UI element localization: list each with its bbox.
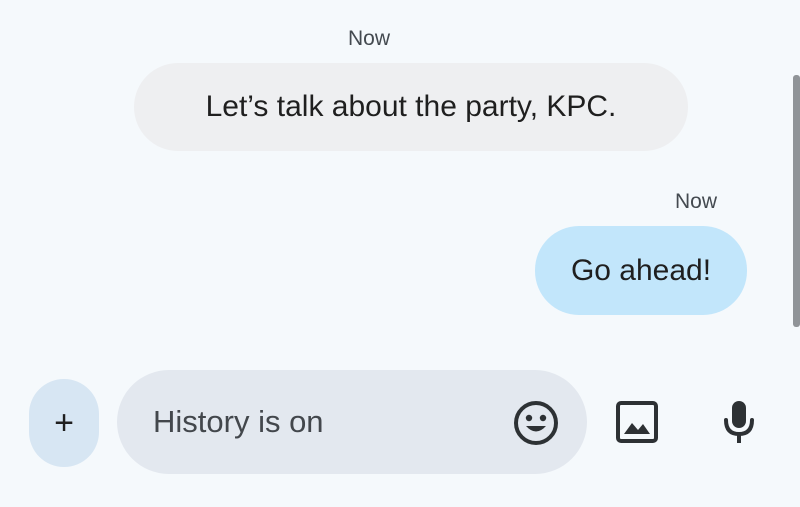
smiley-face-icon[interactable] (512, 399, 560, 447)
message-timestamp: Now (348, 27, 391, 50)
message-timestamp: Now (675, 190, 718, 213)
message-input[interactable] (153, 370, 493, 474)
incoming-message-bubble[interactable]: Let’s talk about the party, KPC. (134, 63, 688, 151)
outgoing-message-bubble[interactable]: Go ahead! (535, 226, 747, 315)
compose-field[interactable] (117, 370, 587, 474)
image-gallery-icon[interactable] (616, 401, 658, 443)
plus-icon: + (54, 403, 74, 442)
microphone-icon[interactable] (722, 399, 756, 445)
message-text: Let’s talk about the party, KPC. (205, 90, 617, 123)
scrollbar[interactable] (793, 75, 800, 327)
conversation-screen: Now Let’s talk about the party, KPC. Now… (0, 0, 800, 507)
add-attachment-button[interactable]: + (29, 379, 99, 467)
message-text: Go ahead! (570, 253, 712, 287)
